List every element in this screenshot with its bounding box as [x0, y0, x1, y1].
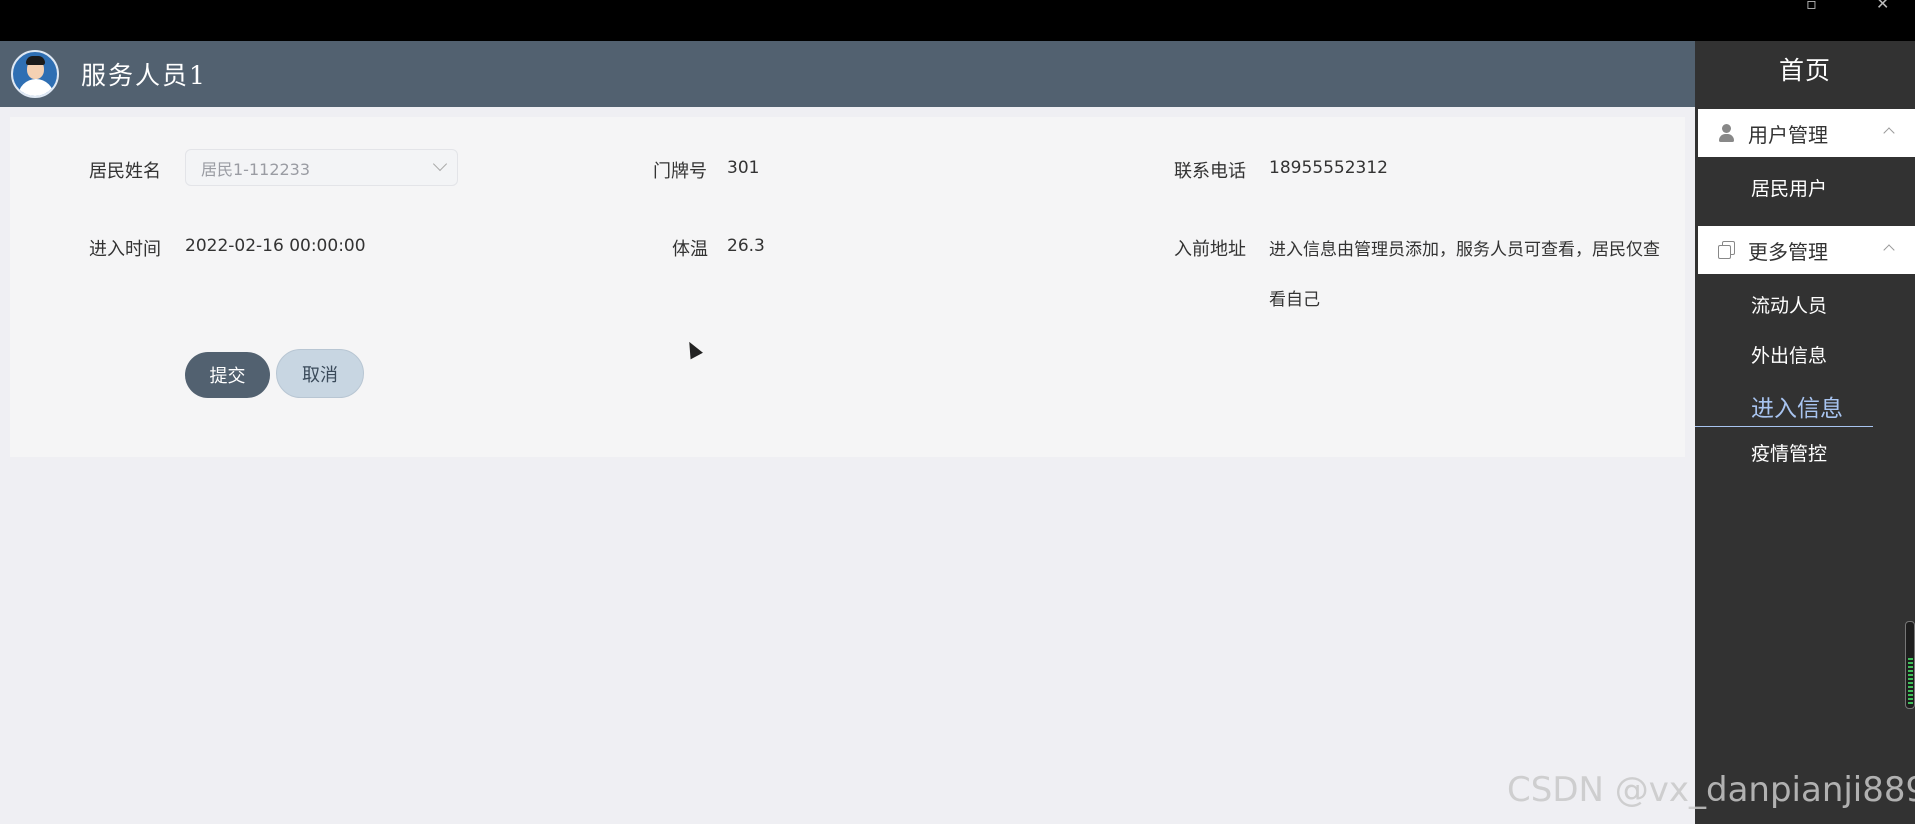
- user-icon: [1716, 122, 1738, 144]
- scroll-indicator[interactable]: [1905, 621, 1915, 709]
- submit-button[interactable]: 提交: [185, 352, 270, 398]
- sidebar-item-outgoing-info[interactable]: 外出信息: [1751, 341, 1827, 368]
- close-icon[interactable]: ✕: [1876, 0, 1889, 13]
- copy-icon: [1716, 239, 1738, 261]
- chevron-up-icon: [1883, 127, 1895, 139]
- watermark: CSDN @vx_danpianji889: [1507, 770, 1915, 810]
- sidebar-home[interactable]: 首页: [1695, 51, 1915, 87]
- chevron-down-icon: [432, 156, 448, 172]
- entry-info-form: 居民姓名 居民1-112233 门牌号 301 联系电话 18955552312…: [10, 117, 1685, 457]
- sidebar-item-resident-users[interactable]: 居民用户: [1751, 174, 1827, 201]
- temperature-label: 体温: [672, 239, 708, 260]
- phone-label: 联系电话: [1174, 161, 1246, 182]
- entry-time-label: 进入时间: [89, 239, 161, 260]
- entry-time-value: 2022-02-16 00:00:00: [185, 236, 366, 256]
- prior-address-value: 进入信息由管理员添加，服务人员可查看，居民仅查看自己: [1269, 240, 1660, 310]
- window-title-bar: ▫ ✕: [0, 0, 1915, 41]
- sidebar-item-epidemic-control[interactable]: 疫情管控: [1751, 439, 1827, 466]
- prior-address-label: 入前地址: [1174, 239, 1246, 260]
- sidebar-item-entry-info[interactable]: 进入信息: [1751, 389, 1843, 423]
- sidebar-group-label: 用户管理: [1748, 122, 1828, 147]
- mouse-cursor-icon: [683, 338, 703, 360]
- cancel-button[interactable]: 取消: [276, 349, 364, 398]
- active-item-underline: [1695, 426, 1873, 427]
- sidebar-group-label: 更多管理: [1748, 239, 1828, 264]
- restore-icon[interactable]: ▫: [1806, 0, 1817, 13]
- sidebar-group-user-management[interactable]: 用户管理: [1698, 109, 1915, 157]
- phone-value: 18955552312: [1269, 158, 1388, 178]
- door-number-value: 301: [727, 158, 760, 178]
- resident-name-select-value: 居民1-112233: [201, 159, 311, 179]
- sidebar-item-floating-people[interactable]: 流动人员: [1751, 291, 1827, 318]
- avatar[interactable]: [11, 50, 59, 98]
- top-header: 服务人员1: [0, 41, 1695, 107]
- door-number-label: 门牌号: [653, 161, 707, 182]
- main-area: 服务人员1 居民姓名 居民1-112233 门牌号 301 联系电话 18955…: [0, 41, 1695, 824]
- header-title: 服务人员1: [81, 61, 207, 90]
- sidebar-group-more-management[interactable]: 更多管理: [1698, 226, 1915, 274]
- temperature-value: 26.3: [727, 236, 765, 256]
- resident-name-label: 居民姓名: [89, 161, 161, 182]
- sidebar: 首页 用户管理 居民用户 更多管理 流动人员 外出信息 进入信息 疫情管控: [1695, 41, 1915, 824]
- chevron-up-icon: [1883, 244, 1895, 256]
- resident-name-select[interactable]: 居民1-112233: [185, 149, 458, 186]
